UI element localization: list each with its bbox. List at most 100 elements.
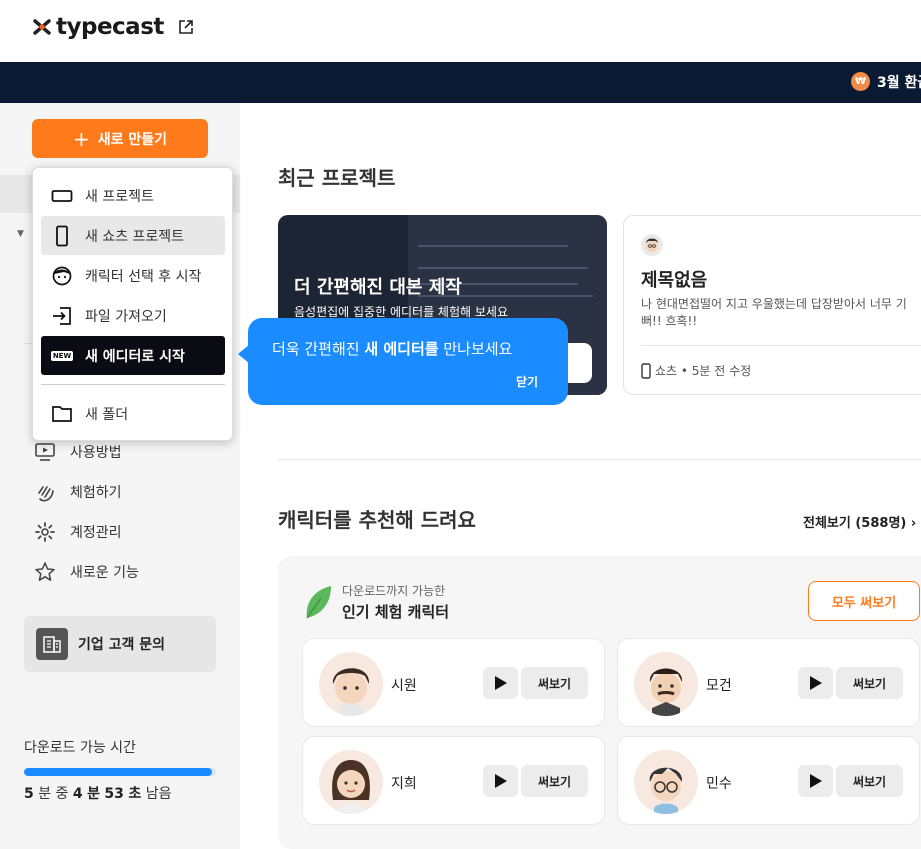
play-icon	[494, 676, 507, 690]
menu-item-new-editor[interactable]: NEW 새 에디터로 시작	[41, 336, 225, 375]
tooltip-text-before: 더욱 간편해진	[272, 340, 365, 358]
play-button[interactable]	[798, 765, 833, 797]
sidebar-item-label: 계정관리	[70, 525, 122, 541]
menu-item-label: 새 프로젝트	[85, 188, 154, 205]
coin-icon: ₩	[851, 72, 870, 91]
character-avatar	[319, 750, 383, 814]
menu-item-label: 새 폴더	[85, 406, 129, 423]
corporate-inquiry-button[interactable]: 기업 고객 문의	[24, 616, 216, 672]
avatar	[641, 234, 663, 256]
new-badge-icon: NEW	[50, 345, 74, 367]
create-new-label: 새로 만들기	[97, 131, 168, 148]
file-import-icon	[51, 305, 73, 327]
play-icon	[494, 774, 507, 788]
view-all-link[interactable]: 전체보기 (588명) ›	[803, 512, 916, 531]
sidebar-item-account[interactable]: 계정관리	[34, 521, 122, 543]
play-button[interactable]	[483, 667, 518, 699]
character-name: 지희	[391, 776, 417, 792]
recommend-panel-caption: 다운로드까지 가능한	[342, 584, 446, 598]
menu-item-label: 캐릭터 선택 후 시작	[85, 268, 202, 285]
recommend-title: 캐릭터를 추천해 드려요	[278, 508, 476, 532]
character-avatar	[634, 652, 698, 716]
play-button[interactable]	[798, 667, 833, 699]
sidebar-item-new-features[interactable]: 새로운 기능	[34, 561, 139, 583]
play-icon	[809, 676, 822, 690]
tooltip-text: 더욱 간편해진 새 에디터를 만나보세요	[272, 338, 512, 359]
section-divider	[278, 459, 921, 460]
menu-item-import-file[interactable]: 파일 가져오기	[41, 296, 225, 335]
menu-item-character-start[interactable]: 캐릭터 선택 후 시작	[41, 256, 225, 295]
phone-portrait-icon	[641, 362, 651, 379]
try-button[interactable]: 써보기	[521, 765, 588, 797]
download-remain-sec-unit: 초	[128, 786, 142, 802]
preview-line	[418, 267, 588, 269]
promo-banner[interactable]	[0, 62, 921, 103]
new-badge: NEW	[50, 350, 74, 361]
character-card[interactable]: 시원 써보기	[302, 638, 605, 727]
new-editor-tooltip: 더욱 간편해진 새 에디터를 만나보세요 닫기	[248, 318, 568, 405]
project-card[interactable]: 제목없음 나 현대면접떨어 지고 우울했는데 답장받아서 너무 기뻐!! 흐흑!…	[623, 215, 921, 395]
download-remain-min-unit: 분	[87, 786, 100, 802]
external-link-icon[interactable]	[178, 19, 194, 35]
leaf-icon	[306, 586, 331, 619]
preview-line	[418, 245, 568, 247]
phone-portrait-icon	[51, 225, 73, 247]
play-button[interactable]	[483, 765, 518, 797]
download-remain-sec: 53	[104, 786, 124, 802]
play-icon	[809, 774, 822, 788]
download-time-title: 다운로드 가능 시간	[24, 740, 136, 756]
video-guide-icon	[34, 441, 56, 463]
project-meta-text: 쇼츠 • 5분 전 수정	[655, 364, 752, 378]
folder-icon	[51, 403, 73, 425]
sidebar-item-label: 사용방법	[70, 445, 122, 461]
building-icon	[36, 628, 68, 660]
download-remain-suffix: 남음	[145, 786, 172, 802]
download-total-unit: 분 중	[38, 786, 69, 802]
character-card[interactable]: 모건 써보기	[617, 638, 920, 727]
caret-down-icon[interactable]: ▼	[17, 229, 24, 239]
character-avatar	[319, 652, 383, 716]
character-name: 민수	[706, 776, 732, 792]
character-name: 시원	[391, 678, 417, 694]
try-button[interactable]: 써보기	[521, 667, 588, 699]
plus-icon: +	[72, 126, 90, 151]
try-button[interactable]: 써보기	[836, 667, 903, 699]
banner-text[interactable]: 3월 환급	[877, 72, 921, 92]
tooltip-text-after: 만나보세요	[438, 340, 513, 358]
menu-item-new-shorts[interactable]: 새 쇼츠 프로젝트	[41, 216, 225, 255]
recent-projects-title: 최근 프로젝트	[278, 166, 396, 190]
recommend-panel-title: 인기 체험 캐릭터	[342, 603, 450, 621]
star-icon	[34, 561, 56, 583]
download-total-value: 5	[24, 786, 34, 802]
create-new-button[interactable]: + 새로 만들기	[32, 119, 208, 158]
page: typecast ₩ 3월 환급 + 새로 만들기 ▼ 사용방법 체험	[0, 0, 921, 849]
create-dropdown-menu: 새 프로젝트 새 쇼츠 프로젝트 캐릭터 선택 후 시작 파일 가져오기 NEW…	[32, 167, 233, 441]
sidebar-item-label: 체험하기	[70, 485, 122, 501]
menu-item-label: 파일 가져오기	[85, 308, 167, 325]
character-card[interactable]: 민수 써보기	[617, 736, 920, 825]
menu-item-label: 새 쇼츠 프로젝트	[85, 228, 185, 245]
try-all-button[interactable]: 모두 써보기	[808, 581, 920, 621]
landscape-rect-icon	[51, 185, 73, 207]
download-progress-bar	[24, 768, 216, 776]
menu-divider	[41, 384, 225, 385]
character-face-icon	[51, 265, 73, 287]
character-card[interactable]: 지희 써보기	[302, 736, 605, 825]
logo-text: typecast	[56, 14, 164, 40]
download-remain-min: 4	[72, 786, 83, 802]
menu-item-new-project[interactable]: 새 프로젝트	[41, 176, 225, 215]
corporate-inquiry-label: 기업 고객 문의	[78, 637, 166, 653]
tooltip-close-button[interactable]: 닫기	[516, 373, 538, 390]
project-description: 나 현대면접떨어 지고 우울했는데 답장받아서 너무 기뻐!! 흐흑!!	[641, 297, 907, 328]
download-progress-fill	[24, 768, 213, 776]
project-meta: 쇼츠 • 5분 전 수정	[641, 362, 751, 379]
menu-item-new-folder[interactable]: 새 폴더	[41, 394, 225, 433]
character-name: 모건	[706, 678, 732, 694]
try-button[interactable]: 써보기	[836, 765, 903, 797]
sidebar-item-label: 새로운 기능	[70, 565, 139, 581]
sidebar-item-guide[interactable]: 사용방법	[34, 441, 122, 463]
download-remaining-text: 5 분 중 4 분 53 초 남음	[24, 783, 171, 803]
sidebar-item-trial[interactable]: 체험하기	[34, 481, 122, 503]
gear-icon	[34, 521, 56, 543]
logo[interactable]: typecast	[32, 14, 194, 40]
